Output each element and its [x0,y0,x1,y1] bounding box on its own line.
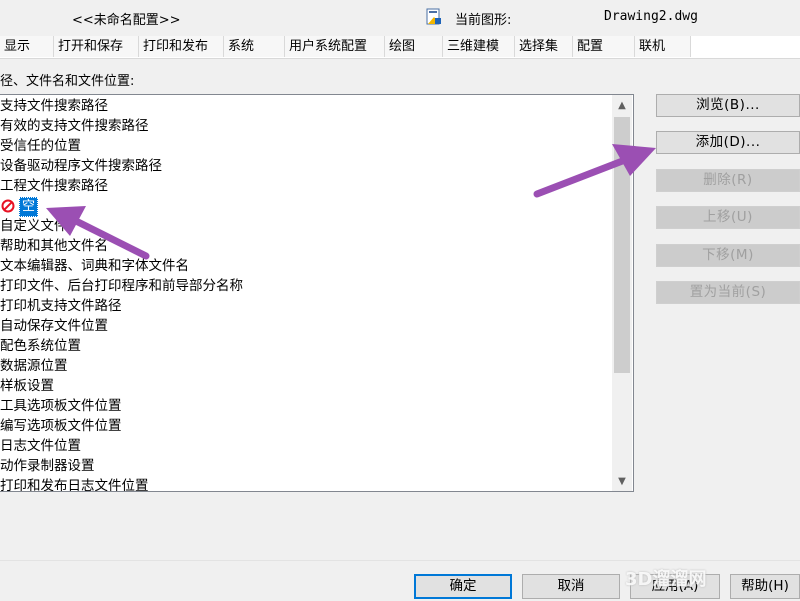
set-current-button[interactable]: 置为当前(S) [656,281,800,304]
tab-profiles[interactable]: 配置 [573,36,635,57]
scroll-thumb[interactable] [614,117,630,373]
drawing-file-icon [426,8,441,25]
tab-selection[interactable]: 选择集 [515,36,573,57]
delete-button[interactable]: 删除(R) [656,169,800,192]
current-drawing-label: 当前图形: [455,13,512,28]
list-item-tool-palettes-location[interactable]: 工具选项板文件位置 [0,396,122,416]
list-item-customization-files[interactable]: 自定义文件 [0,216,68,236]
list-item-log-file-location[interactable]: 日志文件位置 [0,436,81,456]
list-item-action-recorder-settings[interactable]: 动作录制器设置 [0,456,95,476]
move-down-button[interactable]: 下移(M) [656,244,800,267]
tab-plot-publish[interactable]: 打印和发布 [139,36,224,57]
list-item-device-driver-path[interactable]: 设备驱动程序文件搜索路径 [0,156,162,176]
current-profile: <<未命名配置>> [72,13,181,28]
tab-drafting[interactable]: 绘图 [385,36,443,57]
tab-3d-modeling[interactable]: 三维建模 [443,36,515,57]
file-locations-list[interactable]: 支持文件搜索路径 有效的支持文件搜索路径 受信任的位置 设备驱动程序文件搜索路径… [0,94,634,492]
tab-user-preferences[interactable]: 用户系统配置 [285,36,385,57]
tab-display[interactable]: 显示 [0,36,54,57]
tab-online[interactable]: 联机 [635,36,691,57]
list-item-color-book-location[interactable]: 配色系统位置 [0,336,81,356]
list-item-working-support-path[interactable]: 有效的支持文件搜索路径 [0,116,149,136]
selected-empty-path[interactable]: 空 [19,197,39,217]
list-item-data-sources-location[interactable]: 数据源位置 [0,356,68,376]
browse-button[interactable]: 浏览(B)... [656,94,800,117]
list-item-autosave-location[interactable]: 自动保存文件位置 [0,316,108,336]
list-item-printer-support-path[interactable]: 打印机支持文件路径 [0,296,122,316]
list-item-support-path[interactable]: 支持文件搜索路径 [0,96,108,116]
current-drawing-value: Drawing2.dwg [604,9,698,24]
ok-button[interactable]: 确定 [414,574,512,599]
no-entry-icon [1,199,15,213]
list-scrollbar[interactable]: ▲ ▼ [612,95,632,491]
options-header: <<未命名配置>> 当前图形: Drawing2.dwg [0,0,800,36]
help-button[interactable]: 帮助(H) [730,574,800,599]
scroll-up-button[interactable]: ▲ [612,95,632,115]
tab-system[interactable]: 系统 [224,36,285,57]
list-item-text-editor-dictionary[interactable]: 文本编辑器、词典和字体文件名 [0,256,189,276]
section-label: 径、文件名和文件位置: [0,74,135,89]
cancel-button[interactable]: 取消 [522,574,620,599]
list-item-print-file-names[interactable]: 打印文件、后台打印程序和前导部分名称 [0,276,243,296]
list-item-authoring-palette-location[interactable]: 编写选项板文件位置 [0,416,122,436]
list-item-template-settings[interactable]: 样板设置 [0,376,54,396]
scroll-down-button[interactable]: ▼ [612,471,632,491]
list-item-project-path[interactable]: 工程文件搜索路径 [0,176,108,196]
watermark-logo: 3D溜溜网 [625,569,707,590]
tab-open-save[interactable]: 打开和保存 [54,36,139,57]
add-button[interactable]: 添加(D)... [656,131,800,154]
list-item-plot-publish-log-location[interactable]: 打印和发布日志文件位置 [0,476,149,491]
list-item-help-file-names[interactable]: 帮助和其他文件名 [0,236,108,256]
options-tabs: 显示 打开和保存 打印和发布 系统 用户系统配置 绘图 三维建模 选择集 配置 … [0,36,800,59]
list-item-trusted-locations[interactable]: 受信任的位置 [0,136,81,156]
move-up-button[interactable]: 上移(U) [656,206,800,229]
